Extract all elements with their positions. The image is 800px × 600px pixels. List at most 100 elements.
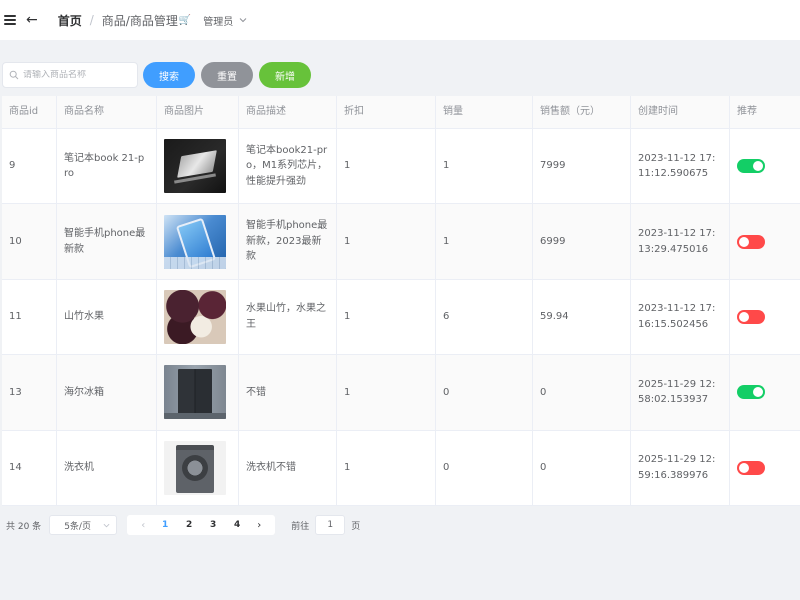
cell-image [157, 129, 239, 204]
chevron-down-icon [103, 523, 110, 527]
table-row: 9 笔记本book 21-pro 笔记本book21-pro，M1系列芯片，性能… [2, 129, 800, 205]
page-button-1[interactable]: 1 [153, 520, 177, 530]
pagination-total: 共 20 条 [6, 521, 42, 532]
recommend-switch[interactable] [737, 385, 765, 400]
recommend-switch[interactable] [737, 309, 765, 324]
cell-recommend [730, 431, 800, 505]
search-button[interactable]: 搜索 [143, 62, 195, 88]
switch-knob [739, 236, 749, 247]
cell-id: 9 [2, 129, 57, 204]
cell-recommend [730, 280, 800, 354]
page-navigator: ‹ 1 2 3 4 › [127, 515, 276, 535]
prev-page-button[interactable]: ‹ [133, 520, 153, 531]
chevron-down-icon [239, 18, 247, 23]
cell-desc: 智能手机phone最新款，2023最新款 [239, 204, 337, 279]
goto-page-input[interactable] [315, 515, 346, 535]
cell-recommend [730, 129, 800, 203]
cart-emoji-icon: 🛒 [178, 14, 192, 26]
cell-id: 11 [2, 279, 57, 355]
recommend-switch[interactable] [737, 460, 765, 475]
cell-id: 13 [2, 355, 57, 430]
cell-sales: 0 [436, 430, 533, 505]
cell-amount: 6999 [533, 204, 631, 279]
cell-id: 10 [2, 204, 57, 279]
column-header-created: 创建时间 [631, 96, 730, 128]
cell-discount: 1 [337, 204, 436, 279]
recommend-switch[interactable] [737, 159, 765, 174]
cell-image [157, 204, 239, 279]
search-icon [9, 70, 19, 80]
user-menu[interactable]: 管理员 [203, 13, 247, 28]
switch-knob [739, 462, 749, 473]
search-box[interactable] [2, 62, 138, 88]
page-button-3[interactable]: 3 [201, 520, 225, 530]
cell-created: 2025-11-29 12:59:16.389976 [631, 430, 730, 505]
cell-name: 海尔冰箱 [57, 355, 157, 430]
cell-name: 山竹水果 [57, 279, 157, 355]
cell-created: 2023-11-12 17:13:29.475016 [631, 204, 730, 279]
cell-id: 14 [2, 430, 57, 505]
column-header-name: 商品名称 [57, 96, 157, 128]
laptop-product-image[interactable] [164, 139, 226, 194]
switch-knob [753, 161, 763, 172]
cell-sales: 1 [436, 204, 533, 279]
reset-button[interactable]: 重置 [201, 62, 253, 88]
cell-sales: 6 [436, 279, 533, 355]
menu-toggle-icon[interactable] [4, 15, 16, 25]
breadcrumb-current: 商品/商品管理 [101, 13, 178, 28]
switch-knob [753, 387, 763, 398]
column-header-id: 商品id [2, 96, 57, 128]
cell-amount: 59.94 [533, 279, 631, 355]
page-size-select[interactable]: 5条/页 [49, 515, 118, 535]
search-input[interactable] [23, 70, 133, 80]
cell-name: 笔记本book 21-pro [57, 129, 157, 204]
cell-discount: 1 [337, 279, 436, 355]
breadcrumb-separator: / [89, 13, 94, 27]
back-arrow-icon[interactable]: ← [26, 13, 38, 27]
user-name: 管理员 [203, 16, 234, 28]
cell-recommend [730, 355, 800, 429]
cell-image [157, 279, 239, 355]
phone-product-image[interactable] [164, 214, 226, 269]
cell-amount: 7999 [533, 129, 631, 204]
cell-desc: 洗衣机不错 [239, 430, 337, 505]
table-header-row: 商品id 商品名称 商品图片 商品描述 折扣 销量 销售额（元） 创建时间 推荐 [2, 96, 800, 129]
cell-created: 2023-11-12 17:11:12.590675 [631, 129, 730, 204]
cell-recommend [730, 204, 800, 278]
top-header: ← 首页 / 商品/商品管理 🛒 管理员 [0, 0, 800, 40]
page-size-value: 5条/页 [64, 521, 91, 532]
cell-image [157, 430, 239, 505]
cell-desc: 水果山竹，水果之王 [239, 279, 337, 355]
table-row: 10 智能手机phone最新款 智能手机phone最新款，2023最新款 1 1… [2, 204, 800, 280]
add-button[interactable]: 新增 [259, 62, 311, 88]
switch-knob [739, 311, 749, 322]
cell-image [157, 355, 239, 430]
page-button-4[interactable]: 4 [225, 520, 249, 530]
cell-amount: 0 [533, 430, 631, 505]
column-header-discount: 折扣 [337, 96, 436, 128]
mangosteen-product-image[interactable] [164, 289, 226, 344]
column-header-recommend: 推荐 [737, 106, 757, 118]
column-header-image: 商品图片 [157, 96, 239, 128]
next-page-button[interactable]: › [249, 520, 269, 531]
recommend-switch[interactable] [737, 234, 765, 249]
cell-discount: 1 [337, 129, 436, 204]
cell-created: 2025-11-29 12:58:02.153937 [631, 355, 730, 430]
pagination: 共 20 条 5条/页 ‹ 1 2 3 4 › 前往 页 [6, 514, 360, 536]
cell-desc: 笔记本book21-pro，M1系列芯片，性能提升强劲 [239, 129, 337, 204]
column-header-desc: 商品描述 [239, 96, 337, 128]
breadcrumb-home[interactable]: 首页 [58, 12, 82, 29]
cell-name: 洗衣机 [57, 430, 157, 505]
cell-discount: 1 [337, 430, 436, 505]
table-row: 11 山竹水果 水果山竹，水果之王 1 6 59.94 2023-11-12 1… [2, 279, 800, 356]
cell-name: 智能手机phone最新款 [57, 204, 157, 279]
cell-discount: 1 [337, 355, 436, 430]
page-button-2[interactable]: 2 [177, 520, 201, 530]
toolbar: 搜索 重置 新增 [2, 62, 311, 88]
table-row: 14 洗衣机 洗衣机不错 1 0 0 2025-11-29 12:59:16.3… [2, 430, 800, 506]
cell-sales: 1 [436, 129, 533, 204]
cell-desc: 不错 [239, 355, 337, 430]
column-header-amount: 销售额（元） [533, 96, 631, 128]
fridge-product-image[interactable] [164, 365, 226, 420]
washer-product-image[interactable] [164, 440, 226, 495]
